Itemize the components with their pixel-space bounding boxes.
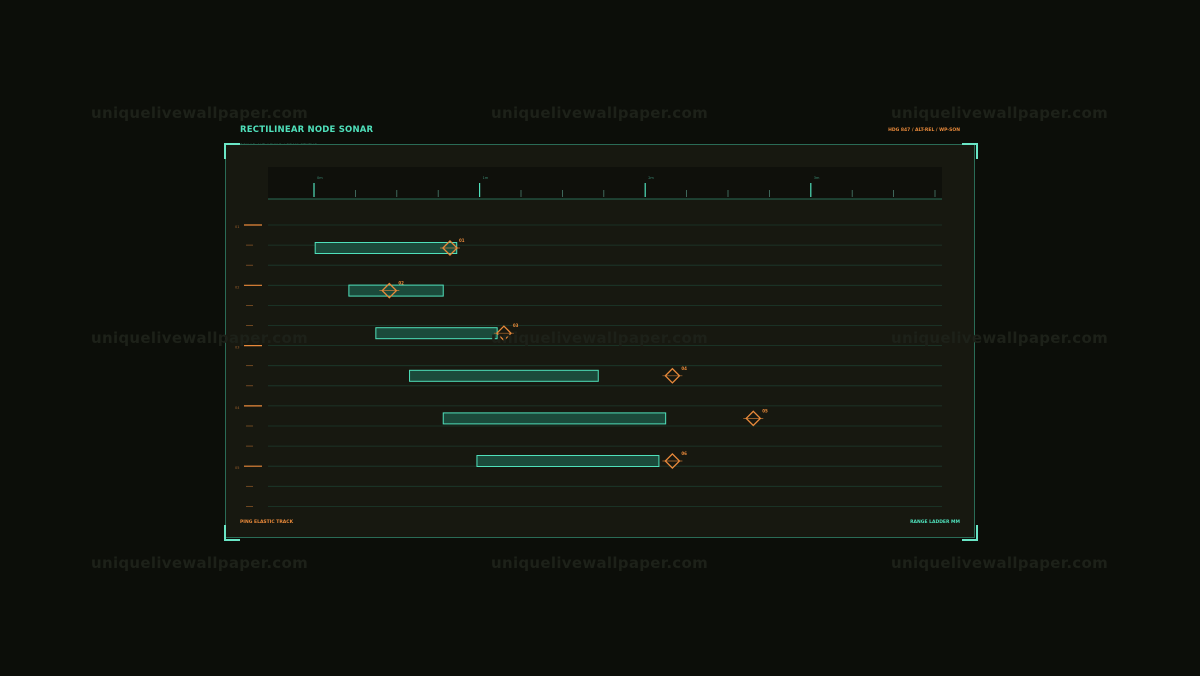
footer-right-label: RANGE LADDER MM — [910, 520, 960, 525]
watermark-text: uniquelivewallpaper.com — [491, 329, 709, 347]
track-bar — [476, 455, 660, 467]
ruler-tick-label: 1m — [483, 176, 489, 180]
watermark-text: uniquelivewallpaper.com — [91, 554, 309, 572]
track-bar — [442, 412, 667, 425]
footer-left-label: PING ELASTIC TRACK — [240, 520, 294, 525]
scale-label: 01 — [235, 225, 239, 229]
ruler-tick-label: 3m — [814, 176, 820, 180]
scale-label: 02 — [235, 285, 239, 289]
ruler-tick-label: 2m — [648, 176, 654, 180]
ruler-strip — [268, 167, 942, 199]
scale-label: 04 — [235, 406, 240, 410]
ruler-tick-label: 0m — [317, 176, 323, 180]
watermark-text: uniquelivewallpaper.com — [491, 554, 709, 572]
marker-label: 03 — [513, 323, 519, 328]
track-bar — [409, 369, 599, 382]
scale-label: 05 — [235, 466, 239, 470]
watermark-text: uniquelivewallpaper.com — [91, 329, 309, 347]
watermark-text: uniquelivewallpaper.com — [891, 329, 1109, 347]
watermark-text: uniquelivewallpaper.com — [891, 554, 1109, 572]
marker-label: 02 — [398, 281, 404, 286]
marker-label: 01 — [459, 238, 465, 243]
track-bar — [314, 242, 458, 254]
marker-label: 05 — [762, 408, 768, 413]
marker-label: 06 — [681, 451, 687, 456]
track-bar — [375, 327, 498, 340]
marker-label: 04 — [681, 366, 687, 371]
